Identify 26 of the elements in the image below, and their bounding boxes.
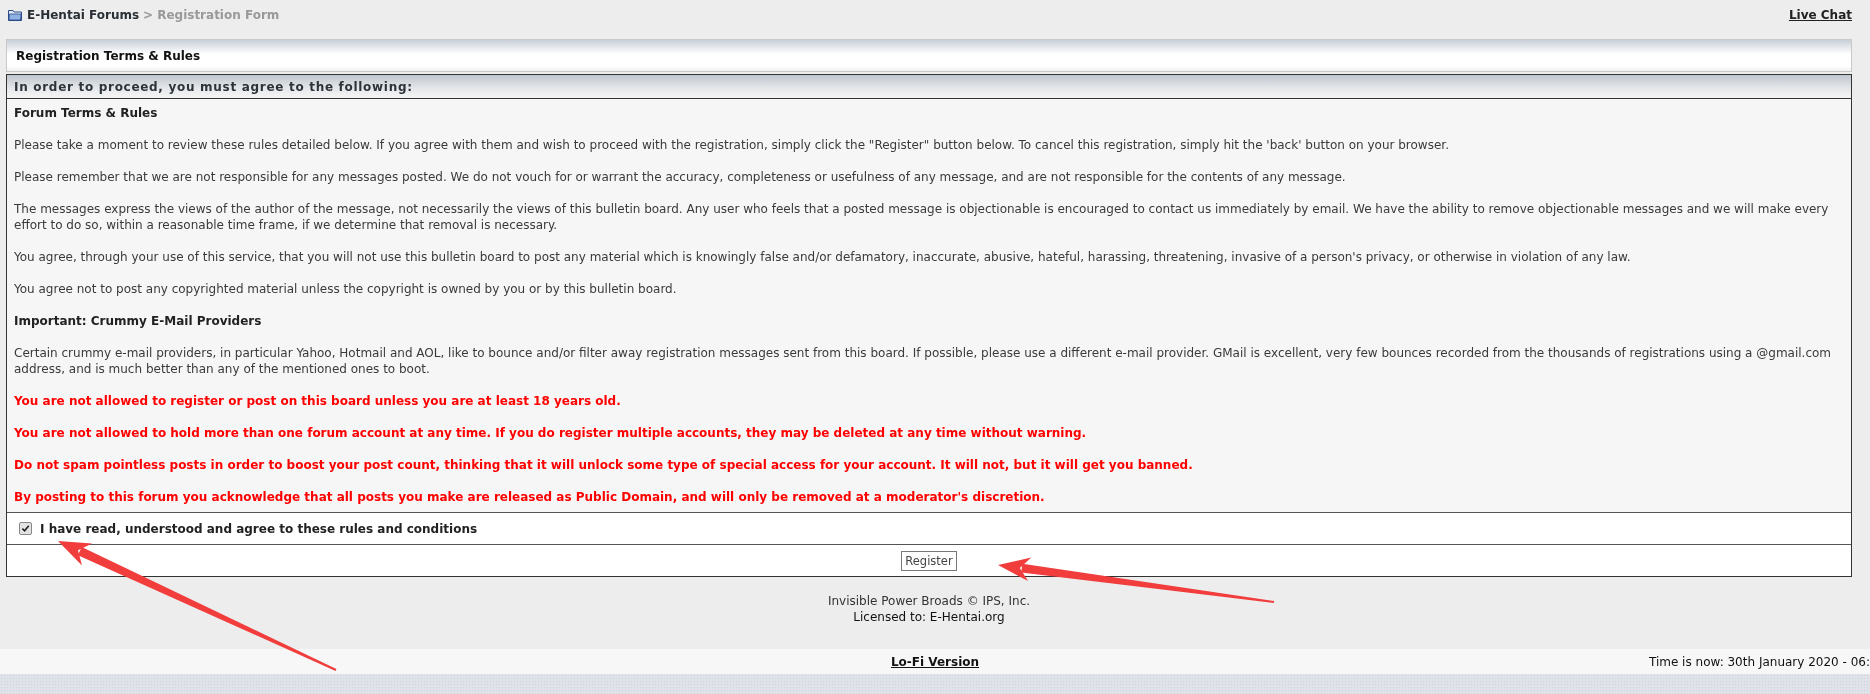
warning-text: Do not spam pointless posts in order to boost your post count, thinking that it will unlock some type of special access for your account. It will not, but it will get you banned. (14, 457, 1194, 473)
warning-text: By posting to this forum you acknowledge that all posts you make are released as Public Domain, and will only be removed at a moderator's discretion. (14, 489, 1046, 505)
warning-text: You are not allowed to hold more than one forum account at any time. If you do register multiple accounts, they may be deleted at any time without warning. (14, 425, 1088, 441)
terms-paragraph: You agree, through your use of this service, that you will not use this bulletin board to post any material which is knowingly false and/or defamatory, inaccurate, abusive, hateful, harassing, threatening, invasive of a person's privacy, or otherwise in violation of any law. (14, 249, 1632, 265)
terms-paragraph: You agree not to post any copyrighted material unless the copyright is owned by you or by this bulletin board. (14, 281, 678, 297)
terms-paragraph: The messages express the views of the author of the message, not necessarily the views of this bulletin board. Any user who feels that a posted message is objectionable is encouraged to contact us immediately by email. We have the ability to remove objectionable messages and we will make every effort to do so, within a reasonable time frame, if we determine that removal is necessary. (14, 201, 1830, 233)
license-text: Licensed to: E-Hentai.org (852, 609, 1006, 625)
terms-paragraph: Please remember that we are not responsible for any messages posted. We do not vouch for or warrant the accuracy, completeness or usefulness of any message, and are not responsible for the contents of any message. (14, 169, 1347, 185)
time-text: Time is now: 30th January 2020 - 06: (1648, 654, 1870, 669)
terms-paragraph: Please take a moment to review these rules detailed below. If you agree with them and wish to proceed with the registration, simply click the "Register" button below. To cancel this registration, simply hit the 'back' button on your browser. (14, 137, 1450, 153)
breadcrumb-current-page: Registration Form (157, 7, 280, 23)
section-heading: Forum Terms & Rules (14, 105, 159, 121)
register-button[interactable]: Register (901, 550, 957, 571)
live-chat-link[interactable]: Live Chat (1788, 8, 1852, 22)
section-heading: Important: Crummy E-Mail Providers (14, 313, 263, 329)
terms-paragraph: Certain crummy e-mail providers, in particular Yahoo, Hotmail and AOL, like to bounce and/or filter away registration messages sent from this board. If possible, please use a different e-mail provider. GMail is excellent, very few bounces recorded from the thousands of registrations using a @gmail.com address, and is much better than any of the mentioned ones to boot. (14, 345, 1833, 377)
copyright-text: Invisible Power Broads © IPS, Inc. (826, 593, 1032, 609)
panel-title: Registration Terms & Rules (16, 48, 201, 63)
terms-header: In order to proceed, you must agree to the following: (14, 79, 413, 94)
breadcrumb-link[interactable]: E-Hentai Forums (27, 7, 140, 23)
warning-text: You are not allowed to register or post on this board unless you are at least 18 years old. (14, 393, 622, 409)
breadcrumb-separator: > (143, 7, 154, 23)
lofi-version-link[interactable]: Lo-Fi Version (890, 654, 980, 669)
folder-icon (8, 9, 22, 21)
agree-checkbox[interactable] (19, 522, 32, 535)
agreement-label[interactable]: I have read, understood and agree to these rules and conditions (40, 521, 478, 536)
